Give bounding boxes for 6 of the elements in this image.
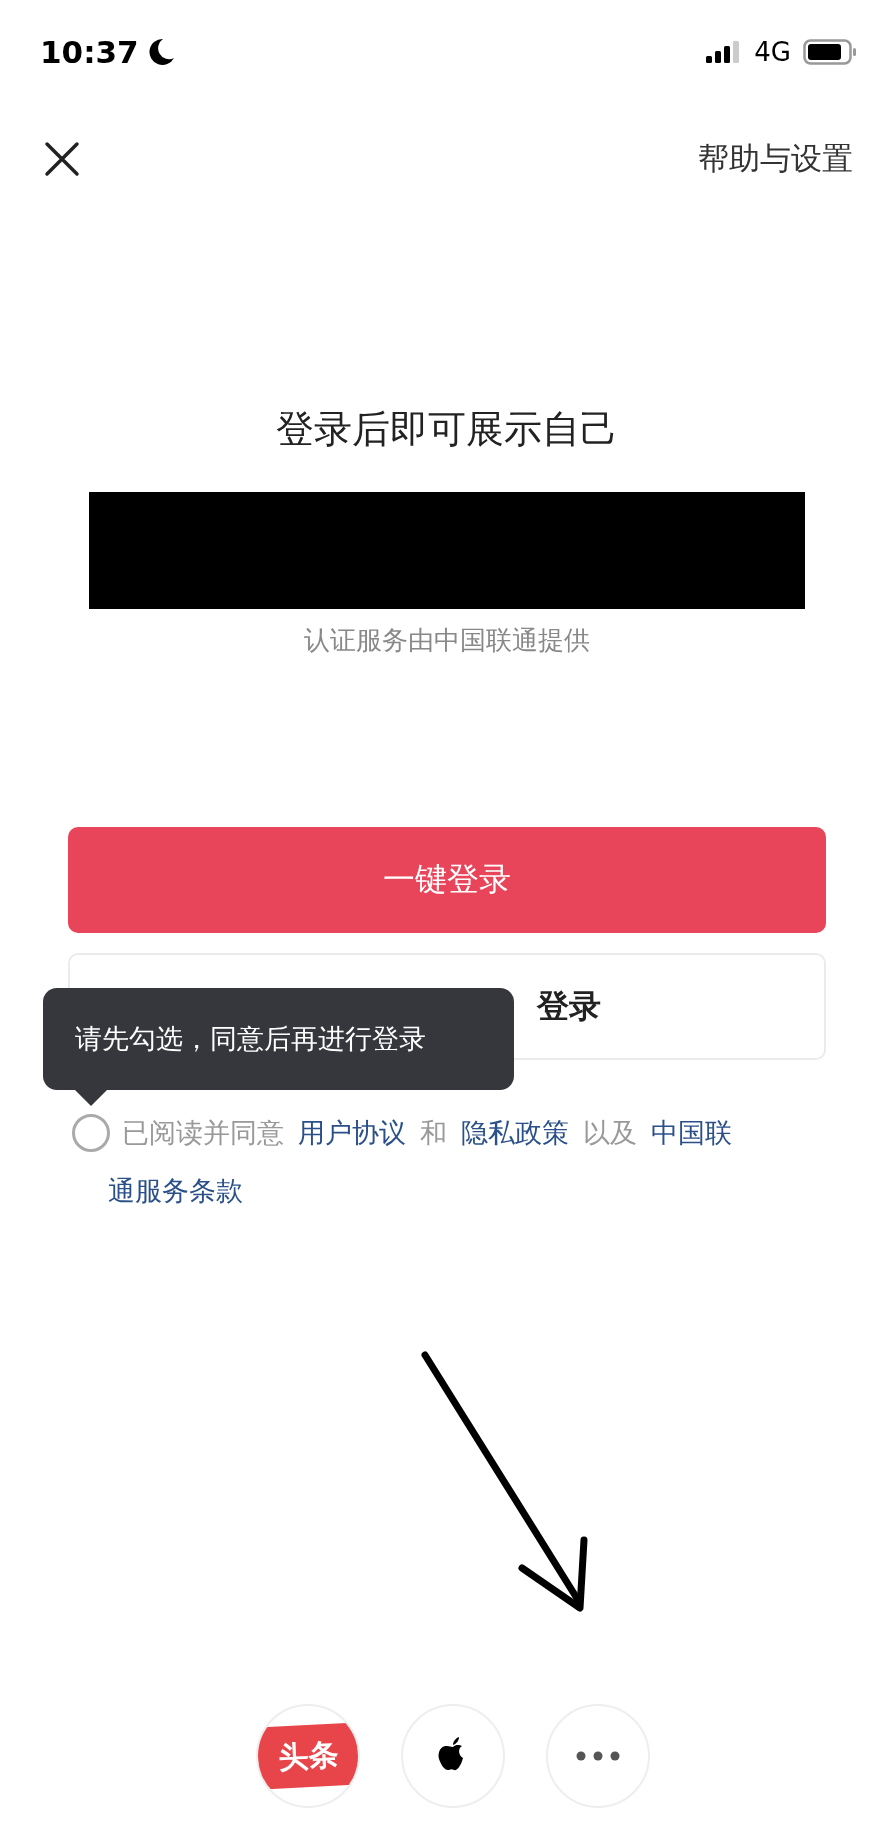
tooltip: 请先勾选，同意后再进行登录	[42, 988, 514, 1106]
status-time: 10:37	[40, 34, 139, 70]
network-label: 4G	[754, 37, 791, 67]
provider-note: 认证服务由中国联通提供	[302, 624, 591, 657]
login-title: 登录后即可展示自己	[274, 406, 619, 453]
toutiao-logo: 头条	[257, 1722, 358, 1790]
